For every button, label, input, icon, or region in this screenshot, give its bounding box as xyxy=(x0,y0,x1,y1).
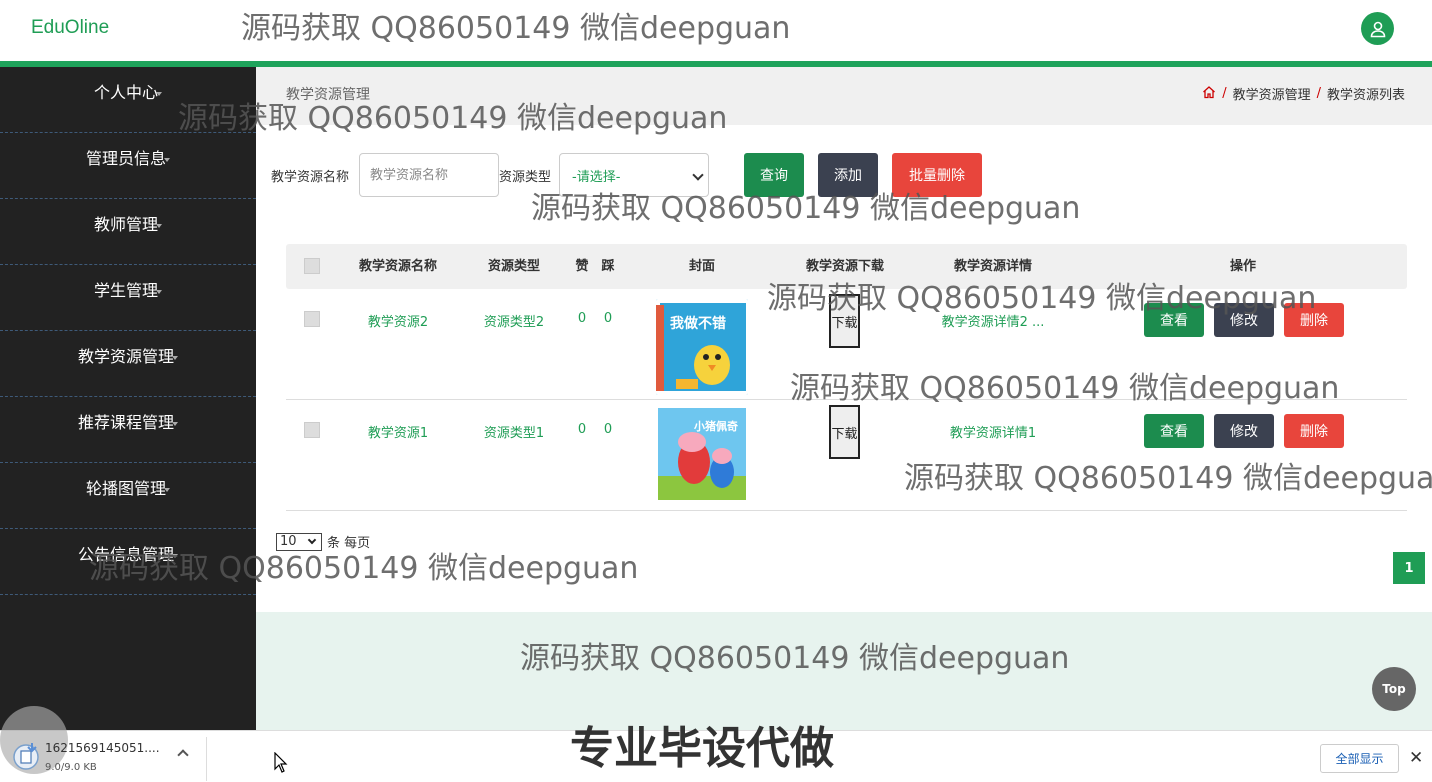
sidebar-item-carousel[interactable]: 轮播图管理 xyxy=(0,463,256,529)
watermark: 源码获取 QQ86050149 微信deepguan xyxy=(520,641,1070,676)
sidebar-item-students[interactable]: 学生管理 xyxy=(0,265,256,331)
cover-title: 小猪佩奇 xyxy=(694,420,738,433)
column-header: 封面 xyxy=(688,259,715,274)
sidebar-item-label: 学生管理 xyxy=(93,281,158,300)
watermark-big: 专业毕设代做 xyxy=(570,723,834,774)
file-icon[interactable] xyxy=(12,739,40,775)
watermark: 源码获取 QQ86050149 微信deepguan xyxy=(767,281,1317,316)
select-all-checkbox[interactable] xyxy=(304,258,320,274)
show-all-button[interactable]: 全部显示 xyxy=(1320,744,1399,773)
view-button[interactable]: 查看 xyxy=(1144,414,1204,448)
dislikes-cell: 0 xyxy=(603,422,613,437)
caret-down-icon xyxy=(156,223,162,228)
edit-button[interactable]: 修改 xyxy=(1214,414,1274,448)
column-header: 资源类型 xyxy=(487,259,540,274)
sidebar-item-resources[interactable]: 教学资源管理 xyxy=(0,331,256,397)
back-to-top-button[interactable]: Top xyxy=(1372,667,1416,711)
page-number-button[interactable]: 1 xyxy=(1393,552,1425,584)
cover-image: 小猪佩奇 xyxy=(656,406,748,502)
watermark: 源码获取 QQ86050149 微信deepguan xyxy=(89,551,639,586)
cover-image: 我做不错 xyxy=(656,299,748,395)
sidebar-item-label: 教学资源管理 xyxy=(77,347,174,366)
resource-type-cell: 资源类型1 xyxy=(483,426,545,441)
delete-button[interactable]: 删除 xyxy=(1284,414,1344,448)
app-root: EduOline 个人中心 管理员信息 教师管理 学生管理 教学资源管理 推荐课… xyxy=(0,0,1432,782)
resource-type-cell: 资源类型2 xyxy=(483,315,545,330)
resource-detail-cell: 教学资源详情1 xyxy=(949,426,1037,441)
sidebar-item-label: 轮播图管理 xyxy=(85,479,166,498)
user-icon[interactable] xyxy=(1361,12,1394,45)
app-logo[interactable]: EduOline xyxy=(31,17,109,39)
breadcrumb-separator: / xyxy=(1316,86,1321,101)
chevron-down-icon xyxy=(692,169,704,181)
sidebar-item-label: 教师管理 xyxy=(93,215,158,234)
sidebar-item-admin-info[interactable]: 管理员信息 xyxy=(0,133,256,199)
sidebar-item-label: 个人中心 xyxy=(93,83,158,102)
watermark: 源码获取 QQ86050149 微信deepguan xyxy=(904,461,1432,496)
caret-down-icon xyxy=(156,91,162,96)
likes-cell: 0 xyxy=(577,422,587,437)
breadcrumb-item: 教学资源列表 xyxy=(1326,88,1405,103)
resource-name-cell: 教学资源1 xyxy=(367,426,429,441)
download-button[interactable]: 下载 xyxy=(829,405,860,459)
sidebar-item-courses[interactable]: 推荐课程管理 xyxy=(0,397,256,463)
close-icon[interactable]: ✕ xyxy=(1409,748,1423,768)
resource-name-input[interactable] xyxy=(359,153,499,197)
column-header: 踩 xyxy=(601,259,615,274)
resource-name-label: 教学资源名称 xyxy=(271,170,350,185)
breadcrumb-separator: / xyxy=(1222,86,1227,101)
sidebar-item-teachers[interactable]: 教师管理 xyxy=(0,199,256,265)
sidebar: 个人中心 管理员信息 教师管理 学生管理 教学资源管理 推荐课程管理 轮播图管理… xyxy=(0,67,256,730)
divider xyxy=(206,737,207,781)
column-header: 教学资源名称 xyxy=(358,259,437,274)
home-icon[interactable] xyxy=(1202,85,1216,103)
caret-down-icon xyxy=(164,157,170,162)
download-file-size: 9.0/9.0 KB xyxy=(45,762,97,773)
resource-name-cell: 教学资源2 xyxy=(367,315,429,330)
watermark: 源码获取 QQ86050149 微信deepguan xyxy=(178,101,728,136)
likes-cell: 0 xyxy=(577,311,587,326)
caret-down-icon xyxy=(172,355,178,360)
breadcrumb: / 教学资源管理 / 教学资源列表 xyxy=(1202,84,1405,103)
chevron-up-icon[interactable] xyxy=(177,749,189,761)
sidebar-item-label: 管理员信息 xyxy=(85,149,166,168)
resource-type-value: -请选择- xyxy=(572,169,621,185)
watermark: 源码获取 QQ86050149 微信deepguan xyxy=(241,11,791,46)
column-header: 赞 xyxy=(575,259,589,274)
watermark: 源码获取 QQ86050149 微信deepguan xyxy=(531,191,1081,226)
breadcrumb-item[interactable]: 教学资源管理 xyxy=(1233,84,1311,103)
download-file-name[interactable]: 1621569145051.... xyxy=(45,741,160,755)
caret-down-icon xyxy=(156,289,162,294)
dislikes-cell: 0 xyxy=(603,311,613,326)
row-checkbox[interactable] xyxy=(304,311,320,327)
watermark: 源码获取 QQ86050149 微信deepguan xyxy=(790,371,1340,406)
caret-down-icon xyxy=(164,487,170,492)
mouse-cursor-icon xyxy=(274,751,288,778)
caret-down-icon xyxy=(172,421,178,426)
cover-title: 我做不错 xyxy=(670,316,726,332)
row-checkbox[interactable] xyxy=(304,422,320,438)
sidebar-item-label: 推荐课程管理 xyxy=(77,413,174,432)
